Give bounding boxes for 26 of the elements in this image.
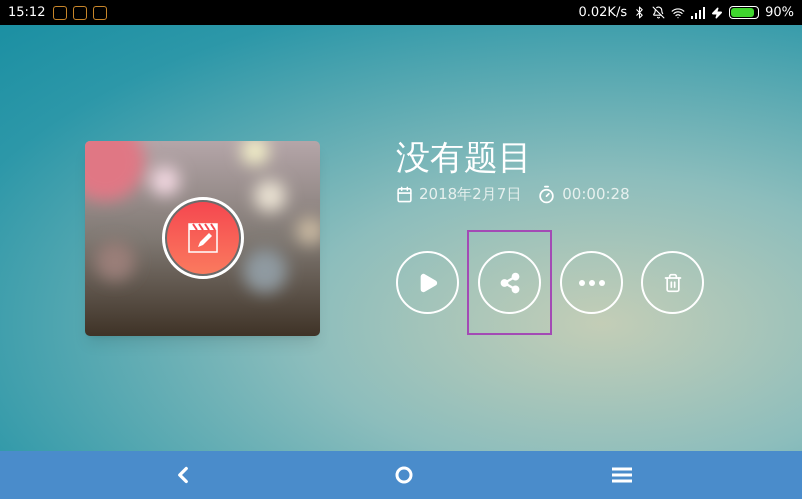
more-button[interactable] (560, 251, 623, 314)
notification-icon (73, 6, 88, 20)
duration-text: 00:00:28 (562, 184, 630, 205)
play-button[interactable] (396, 251, 459, 314)
battery-text: 90% (765, 4, 794, 22)
clock-text: 15:12 (8, 4, 46, 22)
clapperboard-pencil-icon (188, 223, 218, 253)
notification-icon (53, 6, 68, 20)
wifi-icon (671, 6, 686, 20)
share-button[interactable] (478, 251, 541, 314)
more-icon (578, 280, 604, 286)
delete-button[interactable] (641, 251, 704, 314)
battery-icon (729, 6, 760, 19)
bell-off-icon (652, 6, 666, 19)
charging-icon (711, 6, 724, 18)
trash-icon (662, 272, 682, 293)
stopwatch-icon (537, 184, 556, 204)
menu-icon[interactable] (612, 467, 632, 483)
network-speed-text: 0.02K/s (578, 4, 628, 22)
calendar-icon (396, 186, 413, 202)
home-icon[interactable] (394, 466, 413, 484)
notification-icon (93, 6, 108, 20)
recording-title: 没有题目 (396, 140, 533, 175)
date-text: 2018年2月7日 (419, 184, 522, 205)
share-icon (498, 272, 520, 294)
signal-icon (691, 6, 706, 18)
